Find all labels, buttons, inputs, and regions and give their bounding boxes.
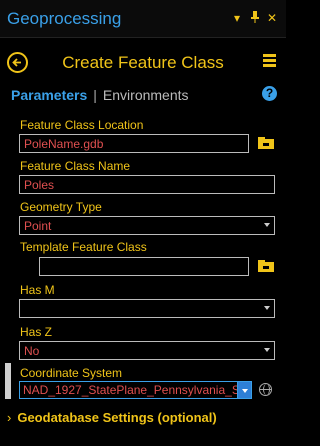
tab-parameters[interactable]: Parameters — [11, 87, 87, 103]
template-input[interactable] — [39, 257, 249, 276]
hasm-label: Has M — [20, 283, 55, 297]
coordinate-system-dropdown[interactable] — [237, 381, 252, 399]
pane-titlebar: Geoprocessing ▾ ✕ — [0, 0, 286, 38]
close-icon[interactable]: ✕ — [267, 11, 277, 25]
tab-environments[interactable]: Environments — [103, 87, 189, 103]
browse-folder-icon[interactable] — [258, 137, 274, 149]
has-z-value: No — [24, 344, 40, 358]
name-input[interactable]: Poles — [19, 175, 275, 194]
location-label: Feature Class Location — [20, 118, 144, 132]
has-m-select[interactable] — [19, 299, 275, 318]
pin-icon[interactable] — [251, 11, 259, 26]
geometry-type-select[interactable]: Point — [19, 216, 275, 235]
geometry-type-value: Point — [24, 219, 52, 233]
expander-label: Geodatabase Settings (optional) — [17, 410, 217, 425]
chevron-down-icon — [264, 306, 270, 310]
chevron-down-icon — [242, 389, 248, 393]
hamburger-menu-icon[interactable] — [263, 54, 276, 67]
coordinate-system-input[interactable]: NAD_1927_StatePlane_Pennsylvania_Sou — [19, 381, 239, 399]
pane-title: Geoprocessing — [7, 9, 122, 28]
geometry-label: Geometry Type — [20, 200, 102, 214]
chevron-down-icon — [264, 348, 270, 352]
has-z-select[interactable]: No — [19, 341, 275, 360]
tool-title: Create Feature Class — [62, 53, 224, 72]
coord-label: Coordinate System — [20, 366, 123, 380]
chevron-right-icon: › — [7, 410, 12, 425]
help-icon[interactable]: ? — [262, 86, 277, 101]
pane-options-icon[interactable]: ▾ — [234, 11, 240, 25]
chevron-down-icon — [264, 223, 270, 227]
tab-separator: | — [93, 87, 97, 103]
geodatabase-settings-expander[interactable]: › Geodatabase Settings (optional) — [7, 410, 217, 425]
globe-icon[interactable] — [259, 383, 272, 396]
tab-strip: Parameters | Environments — [11, 87, 189, 103]
browse-folder-icon[interactable] — [258, 260, 274, 272]
name-label: Feature Class Name — [20, 159, 131, 173]
active-parameter-marker — [5, 363, 11, 399]
hasz-label: Has Z — [20, 325, 53, 339]
template-label: Template Feature Class — [20, 240, 147, 254]
location-input[interactable]: PoleName.gdb — [19, 134, 249, 153]
